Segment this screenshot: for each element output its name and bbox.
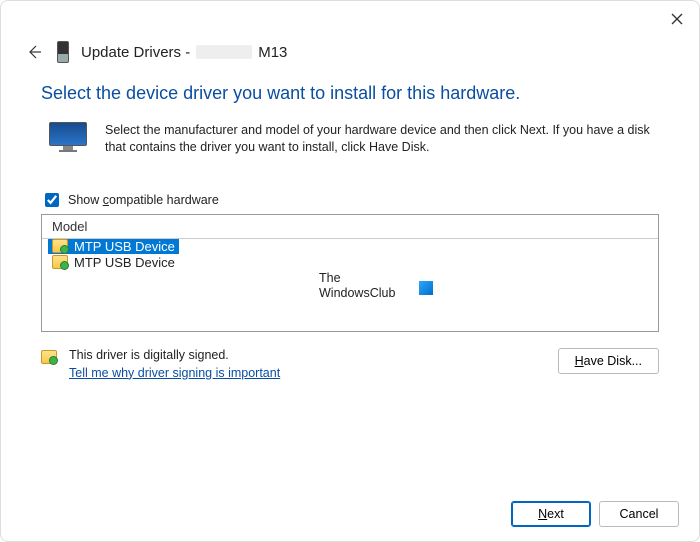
driver-item-icon xyxy=(52,239,68,253)
close-button[interactable] xyxy=(667,9,687,29)
list-item[interactable]: MTP USB Device xyxy=(48,239,179,254)
compatible-hardware-checkbox[interactable] xyxy=(45,193,59,207)
title-prefix: Update Drivers - xyxy=(81,44,190,61)
signing-info-link[interactable]: Tell me why driver signing is important xyxy=(69,366,280,380)
driver-list[interactable]: Model MTP USB Device MTP USB Device xyxy=(41,214,659,332)
have-disk-button[interactable]: Have Disk... xyxy=(558,348,659,374)
page-heading: Select the device driver you want to ins… xyxy=(41,83,659,104)
dialog-title: Update Drivers - M13 xyxy=(81,44,287,61)
next-button[interactable]: Next xyxy=(511,501,591,527)
hardware-icon xyxy=(49,122,87,154)
signed-icon xyxy=(41,350,57,364)
signing-message: This driver is digitally signed. xyxy=(69,348,280,362)
title-redacted xyxy=(196,45,252,59)
cancel-button[interactable]: Cancel xyxy=(599,501,679,527)
list-item-label: MTP USB Device xyxy=(74,255,175,270)
instruction-text: Select the manufacturer and model of you… xyxy=(105,122,659,156)
driver-item-icon xyxy=(52,255,68,269)
title-suffix: M13 xyxy=(258,44,287,61)
list-item-label: MTP USB Device xyxy=(74,239,175,254)
device-icon xyxy=(57,41,69,63)
checkbox-label: Show compatible hardware xyxy=(68,193,219,207)
back-button[interactable] xyxy=(23,41,45,63)
list-header-model: Model xyxy=(42,215,658,239)
compatible-hardware-checkbox-row[interactable]: Show compatible hardware xyxy=(41,190,659,210)
list-item[interactable]: MTP USB Device xyxy=(42,254,658,271)
